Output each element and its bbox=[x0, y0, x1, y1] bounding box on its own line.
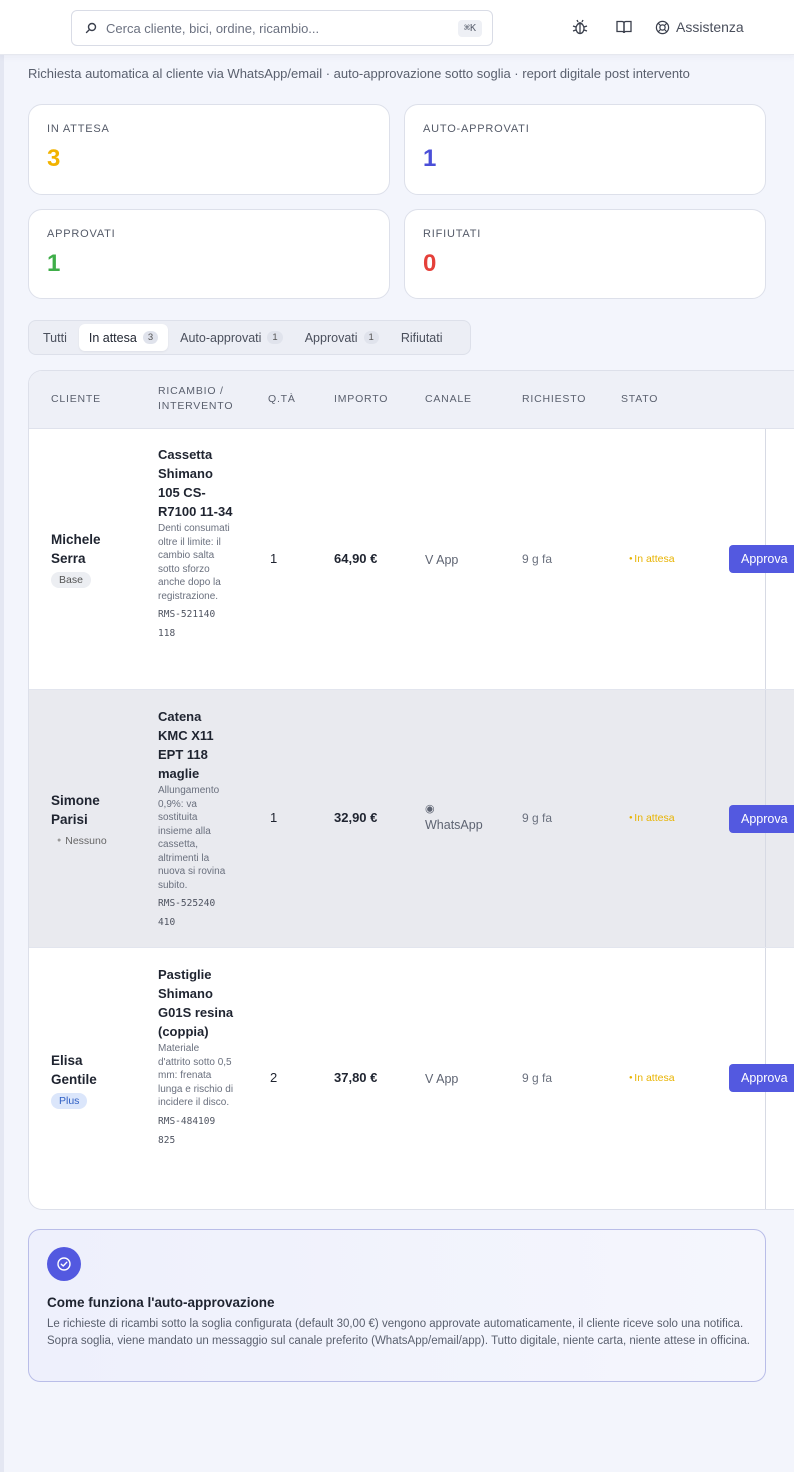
amount: 64,90 € bbox=[334, 551, 378, 566]
table-row: Simone Parisi Nessuno Catena KMC X11 EPT… bbox=[29, 690, 794, 948]
part-cell: Catena KMC X11 EPT 118 maglie Allungamen… bbox=[158, 707, 234, 932]
tab-label: Auto-approvati bbox=[180, 330, 262, 345]
approve-button[interactable]: Approva bbox=[729, 805, 794, 833]
stat-label: IN ATTESA bbox=[47, 123, 110, 135]
part-name: Catena KMC X11 EPT 118 maglie bbox=[158, 709, 214, 781]
header-canale: CANALE bbox=[425, 393, 472, 405]
part-name: Pastiglie Shimano G01S resina (coppia) bbox=[158, 967, 234, 1039]
help-label: Assistenza bbox=[676, 19, 744, 35]
header-richiesto: RICHIESTO bbox=[522, 393, 587, 405]
table-row: Michele Serra Base Cassetta Shimano 105 … bbox=[29, 429, 794, 690]
search-input[interactable] bbox=[106, 20, 458, 36]
stat-label: RIFIUTATI bbox=[423, 228, 482, 240]
filter-tabs: Tutti In attesa 3 Auto-approvati 1 Approva… bbox=[28, 320, 471, 355]
part-description: Materiale d'attrito sotto 0,5 mm: frenat… bbox=[158, 1043, 234, 1108]
whatsapp-icon: ◉ bbox=[425, 803, 435, 815]
tab-approved[interactable]: Approvati 1 bbox=[295, 324, 389, 351]
stat-card-auto-approved: AUTO-APPROVATI 1 bbox=[404, 104, 766, 195]
customer-name: Simone Parisi bbox=[51, 793, 100, 827]
channel-cell: ◉ WhatsApp bbox=[425, 801, 483, 833]
tier-badge: Plus bbox=[51, 1093, 88, 1109]
tier-badge: Base bbox=[51, 572, 91, 588]
part-code: RMS-484109825 bbox=[158, 1115, 216, 1146]
page-subtitle: Richiesta automatica al cliente via What… bbox=[28, 66, 690, 81]
tab-count: 1 bbox=[267, 331, 283, 344]
customer-cell: Simone Parisi Nessuno bbox=[51, 791, 131, 849]
requests-table: CLIENTE RICAMBIO / INTERVENTO Q.TÀ IMPORT… bbox=[28, 370, 794, 1210]
part-description: Denti consumati oltre il limite: il camb… bbox=[158, 523, 230, 602]
stat-label: AUTO-APPROVATI bbox=[423, 123, 530, 135]
customer-cell: Elisa Gentile Plus bbox=[51, 1051, 131, 1109]
tab-rejected[interactable]: Rifiutati bbox=[391, 324, 453, 351]
header-ricambio-line2: INTERVENTO bbox=[158, 400, 234, 412]
customer-name: Michele Serra bbox=[51, 532, 101, 566]
customer-name: Elisa Gentile bbox=[51, 1053, 97, 1087]
top-bar: ⌘K Assistenza bbox=[0, 0, 794, 55]
book-icon[interactable] bbox=[614, 17, 634, 37]
header-ricambio-line1: RICAMBIO / bbox=[158, 385, 224, 397]
table-header: CLIENTE RICAMBIO / INTERVENTO Q.TÀ IMPORT… bbox=[29, 371, 794, 429]
part-code: RMS-525240410 bbox=[158, 898, 216, 928]
part-description: Allungamento 0,9%: va sostituita insieme… bbox=[158, 785, 226, 891]
info-title: Come funziona l'auto-approvazione bbox=[47, 1295, 275, 1310]
tab-label: Rifiutati bbox=[400, 330, 443, 345]
check-badge-icon bbox=[47, 1247, 81, 1281]
part-code: RMS-521140118 bbox=[158, 609, 216, 639]
part-name: Cassetta Shimano 105 CS-R7100 11-34 bbox=[158, 447, 233, 519]
quantity: 2 bbox=[270, 1070, 278, 1085]
left-rail bbox=[0, 0, 4, 1472]
stat-label: APPROVATI bbox=[47, 228, 116, 240]
channel: V App bbox=[425, 1072, 459, 1086]
help-button[interactable]: Assistenza bbox=[654, 17, 744, 37]
stat-value: 1 bbox=[423, 145, 437, 172]
header-qta: Q.TÀ bbox=[268, 393, 296, 405]
bug-icon[interactable] bbox=[570, 17, 590, 37]
header-stato: STATO bbox=[621, 393, 659, 405]
header-importo: IMPORTO bbox=[334, 393, 389, 405]
requested-time: 9 g fa bbox=[522, 1071, 553, 1085]
header-cliente: CLIENTE bbox=[51, 393, 101, 405]
approve-button[interactable]: Approva bbox=[729, 545, 794, 573]
tab-label: Approvati bbox=[304, 330, 358, 345]
stat-card-approved: APPROVATI 1 bbox=[28, 209, 390, 299]
search-box[interactable]: ⌘K bbox=[71, 10, 493, 46]
approve-button[interactable]: Approva bbox=[729, 1064, 794, 1092]
tab-label: Tutti bbox=[43, 330, 67, 345]
tab-pending[interactable]: In attesa 3 bbox=[78, 324, 169, 351]
tab-auto-approved[interactable]: Auto-approvati 1 bbox=[170, 324, 293, 351]
customer-cell: Michele Serra Base bbox=[51, 530, 131, 588]
info-panel: Come funziona l'auto-approvazione Le ric… bbox=[28, 1229, 766, 1382]
tab-all[interactable]: Tutti bbox=[33, 324, 77, 351]
status-badge: In attesa bbox=[629, 553, 674, 565]
part-cell: Cassetta Shimano 105 CS-R7100 11-34 Dent… bbox=[158, 445, 234, 643]
table-row: Elisa Gentile Plus Pastiglie Shimano G01… bbox=[29, 948, 794, 1209]
tier-badge: Nessuno bbox=[51, 833, 115, 849]
stat-card-rejected: RIFIUTATI 0 bbox=[404, 209, 766, 299]
quantity: 1 bbox=[270, 810, 278, 825]
requested-time: 9 g fa bbox=[522, 811, 553, 825]
tab-count: 1 bbox=[363, 331, 379, 344]
stat-card-pending: IN ATTESA 3 bbox=[28, 104, 390, 195]
stat-value: 1 bbox=[47, 250, 61, 277]
requested-time: 9 g fa bbox=[522, 552, 553, 566]
stat-value: 3 bbox=[47, 145, 61, 172]
stat-value: 0 bbox=[423, 250, 437, 277]
channel: WhatsApp bbox=[425, 818, 483, 832]
part-cell: Pastiglie Shimano G01S resina (coppia) M… bbox=[158, 965, 234, 1150]
header-ricambio: RICAMBIO / INTERVENTO bbox=[158, 384, 233, 414]
search-icon bbox=[84, 21, 98, 35]
status-badge: In attesa bbox=[629, 812, 674, 824]
channel: V App bbox=[425, 553, 459, 567]
tab-label: In attesa bbox=[88, 330, 137, 345]
quantity: 1 bbox=[270, 551, 278, 566]
status-badge: In attesa bbox=[629, 1072, 674, 1084]
info-text: Le richieste di ricambi sotto la soglia … bbox=[47, 1318, 750, 1347]
tab-count: 3 bbox=[142, 331, 159, 344]
amount: 37,80 € bbox=[334, 1070, 378, 1085]
lifebuoy-icon bbox=[654, 17, 670, 37]
keyboard-shortcut-hint: ⌘K bbox=[457, 19, 482, 37]
amount: 32,90 € bbox=[334, 810, 378, 825]
